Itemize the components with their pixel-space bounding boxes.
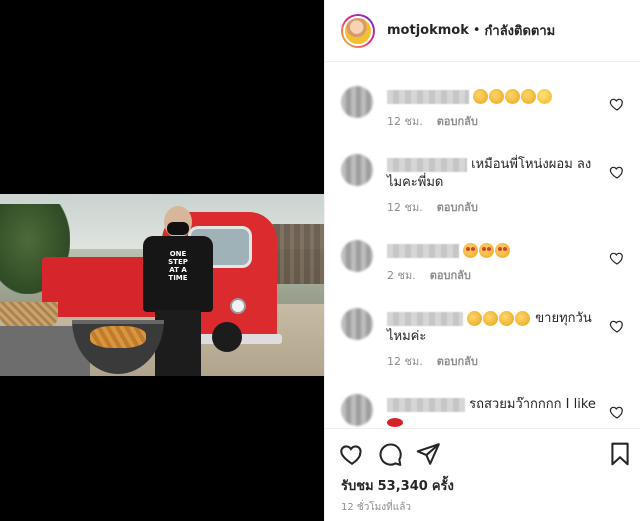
views-number: 53,340 [377,479,428,494]
comment-meta: 12 ชม. ตอบกลับ [387,198,597,216]
cook-mask [167,222,189,235]
comment-like-heart-icon[interactable] [609,164,625,180]
comment-like-heart-icon[interactable] [609,250,625,266]
reply-button[interactable]: ตอบกลับ [437,201,478,214]
clap-emoji-icon [467,311,483,326]
comments-list[interactable]: 12 ชม. ตอบกลับ เหมือนพี่โหน่งผอม ลงไมคะพี… [325,62,640,428]
comment-avatar[interactable] [341,394,373,426]
comment-meta: 12 ชม. ตอบกลับ [387,112,597,130]
comment-text: ขายทุกวันไหมค่ะ [387,310,597,346]
comment-emojis [473,89,553,104]
fries [90,326,146,348]
comment-emojis [467,311,535,326]
clap-emoji-icon [515,311,531,326]
avatar-image [343,15,373,46]
comment-time: 12 ชม. [387,355,423,368]
views-unit: ครั้ง [431,479,454,494]
separator-dot: • [472,23,481,38]
comment-bubble-icon[interactable] [377,441,403,467]
comment-meta: 12 ชม. ตอบกลับ [387,352,597,370]
post-panel: motjokmok • กำลังติดตาม 12 ชม. ตอบกลับ เ… [324,0,640,521]
comment-username-blurred[interactable] [387,89,469,104]
comment-body: เหมือนพี่โหน่งผอม ลงไมคะพี่มด 12 ชม. ตอบก… [387,156,597,216]
views-count[interactable]: รับชม 53,340 ครั้ง [341,475,458,496]
comment-time: 12 ชม. [387,201,423,214]
comment-time: 2 ชม. [387,269,416,282]
post-actions: รับชม 53,340 ครั้ง 12 ชั่วโมงที่แล้ว [325,428,640,521]
comment-text: รถสวยมว๊ากกกก I like [469,397,596,412]
save-bookmark-icon[interactable] [607,441,633,467]
comment-meta: 2 ชม. ตอบกลับ [387,266,597,284]
reply-button[interactable]: ตอบกลับ [437,115,478,128]
like-heart-icon[interactable] [339,441,365,467]
heart-eyes-emoji-icon [495,243,511,258]
clap-emoji-icon [489,89,505,104]
comment-body: 2 ชม. ตอบกลับ [387,242,597,284]
post-time-ago: 12 ชั่วโมงที่แล้ว [341,502,411,513]
reply-button[interactable]: ตอบกลับ [437,355,478,368]
clap-emoji-icon [473,89,489,104]
clap-emoji-icon [521,89,537,104]
comment-like-heart-icon[interactable] [609,318,625,334]
comment-avatar[interactable] [341,240,373,272]
comment-like-heart-icon[interactable] [609,404,625,420]
comment-username-blurred[interactable] [387,311,463,326]
views-label: รับชม [341,479,374,494]
comment-username-blurred[interactable] [387,157,467,172]
clap-emoji-icon [483,311,499,326]
post-media[interactable]: ONE STEP AT A TIME [0,0,324,521]
video-frame[interactable]: ONE STEP AT A TIME [0,194,324,376]
following-button[interactable]: กำลังติดตาม [485,20,556,41]
comment-text [387,88,597,106]
share-paper-plane-icon[interactable] [415,441,441,467]
comment-time: 12 ชม. [387,115,423,128]
comment-text: เหมือนพี่โหน่งผอม ลงไมคะพี่มด [387,156,597,192]
clap-emoji-icon [499,311,515,326]
username-link[interactable]: motjokmok [387,23,469,38]
comment-avatar[interactable] [341,86,373,118]
comment-avatar[interactable] [341,308,373,340]
comment-username-blurred[interactable] [387,397,465,412]
comment-body: รถสวยมว๊ากกกก I like [387,396,597,428]
truck-headlight [230,298,246,314]
post-header: motjokmok • กำลังติดตาม [325,0,640,62]
comment-body: 12 ชม. ตอบกลับ [387,88,597,130]
profile-avatar[interactable] [341,13,375,48]
clap-emoji-icon [505,89,521,104]
lips-emoji-icon [387,418,403,427]
shirt-print: ONE STEP AT A TIME [168,250,188,282]
reply-button[interactable]: ตอบกลับ [430,269,471,282]
comment-avatar[interactable] [341,154,373,186]
heart-eyes-emoji-icon [463,243,479,258]
comment-username-blurred[interactable] [387,243,459,258]
comment-body: ขายทุกวันไหมค่ะ 12 ชม. ตอบกลับ [387,310,597,370]
heart-eyes-emoji-icon [479,243,495,258]
smile-emoji-icon [537,89,553,104]
comment-text: รถสวยมว๊ากกกก I like [387,396,597,428]
comment-like-heart-icon[interactable] [609,96,625,112]
comment-text [387,242,597,260]
comment-emojis [463,243,511,258]
